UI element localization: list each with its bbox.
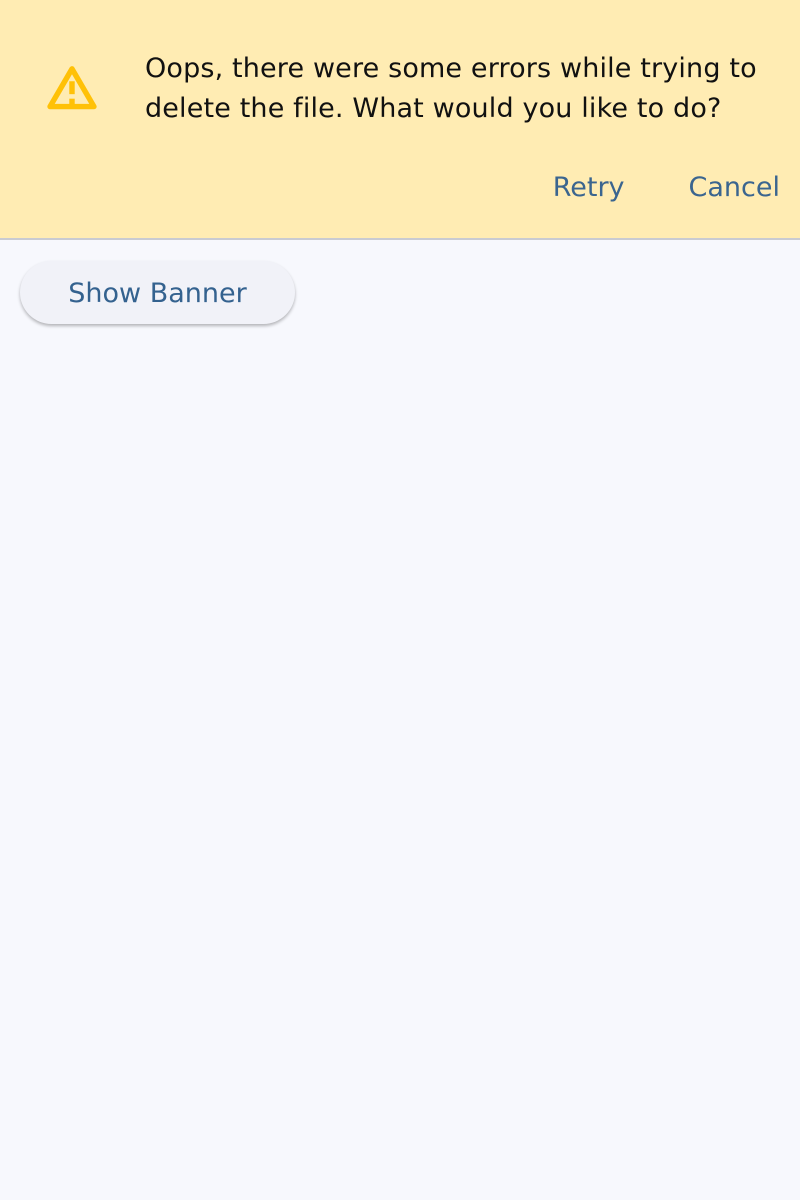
banner-actions: Retry Cancel: [533, 166, 780, 210]
main-content: Show Banner: [0, 240, 800, 1200]
error-banner: Oops, there were some errors while tryin…: [0, 0, 800, 240]
show-banner-button[interactable]: Show Banner: [20, 261, 295, 324]
retry-button[interactable]: Retry: [533, 166, 645, 210]
cancel-button[interactable]: Cancel: [669, 166, 780, 210]
warning-icon: [47, 66, 97, 110]
banner-message: Oops, there were some errors while tryin…: [145, 53, 757, 124]
